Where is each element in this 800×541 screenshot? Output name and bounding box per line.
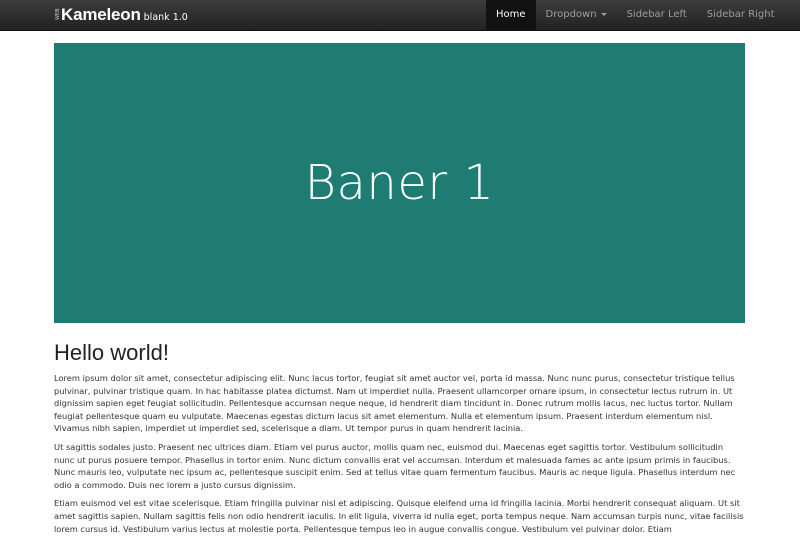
nav-item-label: Sidebar Right [706,9,775,20]
top-navbar: WEB Kameleon blank 1.0 Home Dropdown Sid… [0,0,800,31]
nav-item-sidebar-right[interactable]: Sidebar Right [697,0,785,30]
main-content: Hello world! Lorem ipsum dolor sit amet,… [54,336,745,541]
brand-prefix: WEB [55,8,61,20]
nav-item-label: Home [496,9,526,20]
brand-name: Kameleon [61,5,141,24]
nav-item-home[interactable]: Home [486,0,536,30]
banner-title: Baner 1 [304,155,495,211]
paragraph: Lorem ipsum dolor sit amet, consectetur … [54,373,735,434]
nav-item-label: Dropdown [545,9,597,20]
banner-slide: Baner 1 [54,43,745,323]
page-heading: Hello world! [54,340,169,365]
paragraph: Etiam euismod vel est vitae scelerisque.… [54,498,744,534]
brand-logo[interactable]: WEB Kameleon blank 1.0 [54,4,188,26]
nav-menu: Home Dropdown Sidebar Left Sidebar Right [486,0,785,30]
nav-item-sidebar-left[interactable]: Sidebar Left [617,0,697,30]
caret-down-icon [600,12,607,16]
nav-item-label: Sidebar Left [626,9,687,20]
paragraph: Ut sagittis sodales justo. Praesent nec … [54,441,736,490]
nav-item-dropdown[interactable]: Dropdown [536,0,617,30]
brand-version: blank 1.0 [143,12,188,23]
